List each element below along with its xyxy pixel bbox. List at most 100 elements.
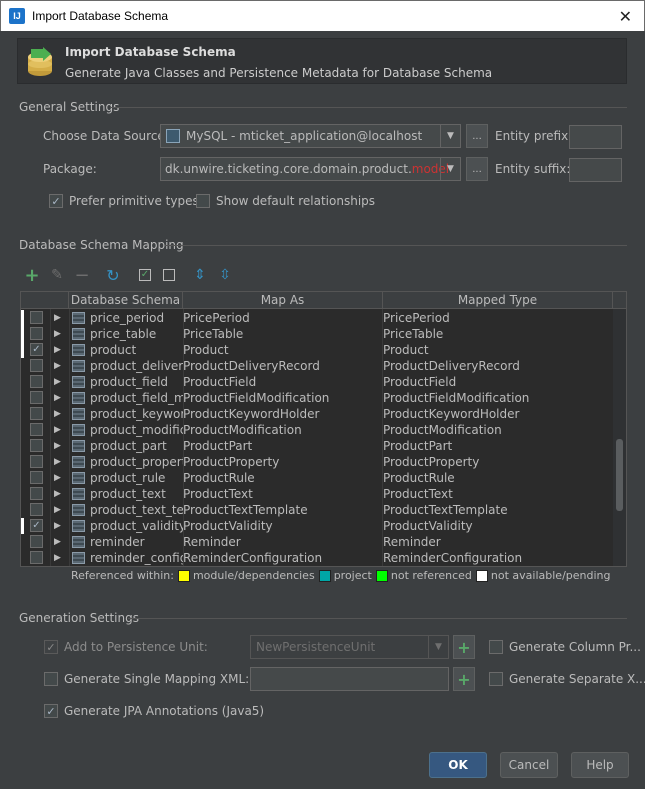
mapped-type-cell[interactable]: ProductModification bbox=[383, 422, 613, 438]
refresh-icon[interactable]: ↻ bbox=[104, 266, 122, 285]
table-row[interactable]: ▶product_modificaProductModificationProd… bbox=[21, 422, 615, 438]
add-icon[interactable]: + bbox=[23, 265, 41, 286]
close-icon[interactable]: ✕ bbox=[619, 7, 632, 27]
map-as-cell[interactable]: ProductRule bbox=[183, 470, 382, 486]
mapped-type-cell[interactable]: Reminder bbox=[383, 534, 613, 550]
table-row[interactable]: ▶ product_keyword ProductKeywordHolder Prod… bbox=[21, 406, 615, 422]
map-as-cell[interactable]: PricePeriod bbox=[183, 310, 382, 326]
unselect-all-icon[interactable] bbox=[160, 266, 178, 284]
table-row[interactable]: ▶ product_rule ProductRule ProductRule bbox=[21, 470, 615, 486]
mapped-type-cell[interactable]: PriceTable bbox=[383, 326, 613, 342]
expand-arrow-icon[interactable]: ▶ bbox=[54, 358, 61, 374]
single-mapping-xml-input[interactable] bbox=[250, 667, 449, 691]
table-row[interactable]: ▶product_delivery_ProductDeliveryRecordP… bbox=[21, 358, 615, 374]
column-header-database-schema[interactable]: Database Schema bbox=[69, 292, 183, 309]
entity-prefix-input[interactable] bbox=[569, 125, 622, 149]
chevron-down-icon[interactable]: ▼ bbox=[440, 125, 460, 147]
column-header-map-as[interactable]: Map As bbox=[183, 292, 383, 309]
row-checkbox[interactable] bbox=[30, 535, 43, 548]
mapped-type-cell[interactable]: ProductTextTemplate bbox=[383, 502, 613, 518]
mapped-type-cell[interactable]: ProductText bbox=[383, 486, 613, 502]
mapped-type-cell[interactable]: ProductRule bbox=[383, 470, 613, 486]
mapped-type-cell[interactable]: ProductValidity bbox=[383, 518, 613, 534]
map-as-cell[interactable]: ProductText bbox=[183, 486, 382, 502]
map-as-cell[interactable]: Product bbox=[183, 342, 382, 358]
add-to-persistence-unit-checkbox[interactable]: ✓ bbox=[44, 640, 58, 654]
select-all-icon[interactable]: ✓ bbox=[136, 266, 154, 284]
generate-separate-xml-checkbox[interactable] bbox=[489, 672, 503, 686]
add-persistence-unit-button[interactable]: + bbox=[453, 635, 475, 659]
map-as-cell[interactable]: PriceTable bbox=[183, 326, 382, 342]
row-checkbox[interactable] bbox=[30, 455, 43, 468]
cancel-button[interactable]: Cancel bbox=[500, 752, 558, 778]
row-checkbox[interactable]: ✓ bbox=[30, 343, 43, 356]
chevron-down-icon[interactable]: ▼ bbox=[428, 636, 448, 658]
map-as-cell[interactable]: Reminder bbox=[183, 534, 382, 550]
map-as-cell[interactable]: ProductFieldModification bbox=[183, 390, 382, 406]
expand-arrow-icon[interactable]: ▶ bbox=[54, 406, 61, 422]
expand-arrow-icon[interactable]: ▶ bbox=[54, 454, 61, 470]
table-row[interactable]: ▶reminder_configuReminderConfigurationRe… bbox=[21, 550, 615, 566]
schema-mapping-table[interactable]: Database Schema Map As Mapped Type ▶ pric… bbox=[20, 291, 627, 567]
row-checkbox[interactable] bbox=[30, 551, 43, 564]
map-as-cell[interactable]: ReminderConfiguration bbox=[183, 550, 382, 566]
table-row[interactable]: ▶ product_field ProductField ProductField bbox=[21, 374, 615, 390]
row-checkbox[interactable] bbox=[30, 439, 43, 452]
map-as-cell[interactable]: ProductDeliveryRecord bbox=[183, 358, 382, 374]
expand-arrow-icon[interactable]: ▶ bbox=[54, 550, 61, 566]
expand-arrow-icon[interactable]: ▶ bbox=[54, 310, 61, 326]
mapped-type-cell[interactable]: PricePeriod bbox=[383, 310, 613, 326]
expand-arrow-icon[interactable]: ▶ bbox=[54, 374, 61, 390]
scrollbar-thumb[interactable] bbox=[616, 439, 623, 511]
table-row[interactable]: ▶ product_field_mc ProductFieldModificatio… bbox=[21, 390, 615, 406]
remove-icon[interactable]: − bbox=[73, 265, 91, 286]
row-checkbox[interactable] bbox=[30, 503, 43, 516]
help-button[interactable]: Help bbox=[571, 752, 629, 778]
show-default-relationships-checkbox[interactable] bbox=[196, 194, 210, 208]
map-as-cell[interactable]: ProductField bbox=[183, 374, 382, 390]
expand-all-icon[interactable]: ⇕ bbox=[191, 266, 209, 284]
generate-column-props-checkbox[interactable] bbox=[489, 640, 503, 654]
table-row[interactable]: ▶ product_text ProductText ProductText bbox=[21, 486, 615, 502]
expand-arrow-icon[interactable]: ▶ bbox=[54, 486, 61, 502]
mapped-type-cell[interactable]: ProductFieldModification bbox=[383, 390, 613, 406]
collapse-all-icon[interactable]: ⇳ bbox=[216, 266, 234, 284]
expand-arrow-icon[interactable]: ▶ bbox=[54, 342, 61, 358]
expand-arrow-icon[interactable]: ▶ bbox=[54, 470, 61, 486]
row-checkbox[interactable] bbox=[30, 391, 43, 404]
jpa-annotations-checkbox[interactable]: ✓ bbox=[44, 704, 58, 718]
expand-arrow-icon[interactable]: ▶ bbox=[54, 502, 61, 518]
row-checkbox[interactable] bbox=[30, 407, 43, 420]
table-row[interactable]: ▶ price_period PricePeriod PricePeriod bbox=[21, 310, 615, 326]
table-row[interactable]: ▶product_text_temProductTextTemplateProd… bbox=[21, 502, 615, 518]
map-as-cell[interactable]: ProductTextTemplate bbox=[183, 502, 382, 518]
entity-suffix-input[interactable] bbox=[569, 158, 622, 182]
table-row[interactable]: ▶ reminder Reminder Reminder bbox=[21, 534, 615, 550]
ok-button[interactable]: OK bbox=[429, 752, 487, 778]
map-as-cell[interactable]: ProductPart bbox=[183, 438, 382, 454]
table-scrollbar[interactable] bbox=[613, 309, 626, 566]
map-as-cell[interactable]: ProductKeywordHolder bbox=[183, 406, 382, 422]
table-row[interactable]: ▶product_propertyProductPropertyProductP… bbox=[21, 454, 615, 470]
row-checkbox[interactable] bbox=[30, 471, 43, 484]
mapped-type-cell[interactable]: ReminderConfiguration bbox=[383, 550, 613, 566]
expand-arrow-icon[interactable]: ▶ bbox=[54, 438, 61, 454]
mapped-type-cell[interactable]: ProductKeywordHolder bbox=[383, 406, 613, 422]
table-row[interactable]: ✓ ▶ product Product Product bbox=[21, 342, 615, 358]
persistence-unit-combo[interactable]: NewPersistenceUnit ▼ bbox=[250, 635, 449, 659]
map-as-cell[interactable]: ProductValidity bbox=[183, 518, 382, 534]
mapped-type-cell[interactable]: ProductProperty bbox=[383, 454, 613, 470]
map-as-cell[interactable]: ProductProperty bbox=[183, 454, 382, 470]
mapped-type-cell[interactable]: ProductDeliveryRecord bbox=[383, 358, 613, 374]
mapped-type-cell[interactable]: ProductPart bbox=[383, 438, 613, 454]
table-row[interactable]: ✓ ▶ product_validity ProductValidity Product… bbox=[21, 518, 615, 534]
prefer-primitive-checkbox[interactable]: ✓ bbox=[49, 194, 63, 208]
table-row[interactable]: ▶ product_part ProductPart ProductPart bbox=[21, 438, 615, 454]
package-combo[interactable]: dk.unwire.ticketing.core.domain.product.… bbox=[160, 157, 461, 181]
column-header-mapped-type[interactable]: Mapped Type bbox=[383, 292, 613, 309]
row-checkbox[interactable] bbox=[30, 327, 43, 340]
row-checkbox[interactable] bbox=[30, 311, 43, 324]
package-browse-button[interactable]: ... bbox=[466, 157, 488, 181]
single-mapping-xml-checkbox[interactable] bbox=[44, 672, 58, 686]
expand-arrow-icon[interactable]: ▶ bbox=[54, 518, 61, 534]
